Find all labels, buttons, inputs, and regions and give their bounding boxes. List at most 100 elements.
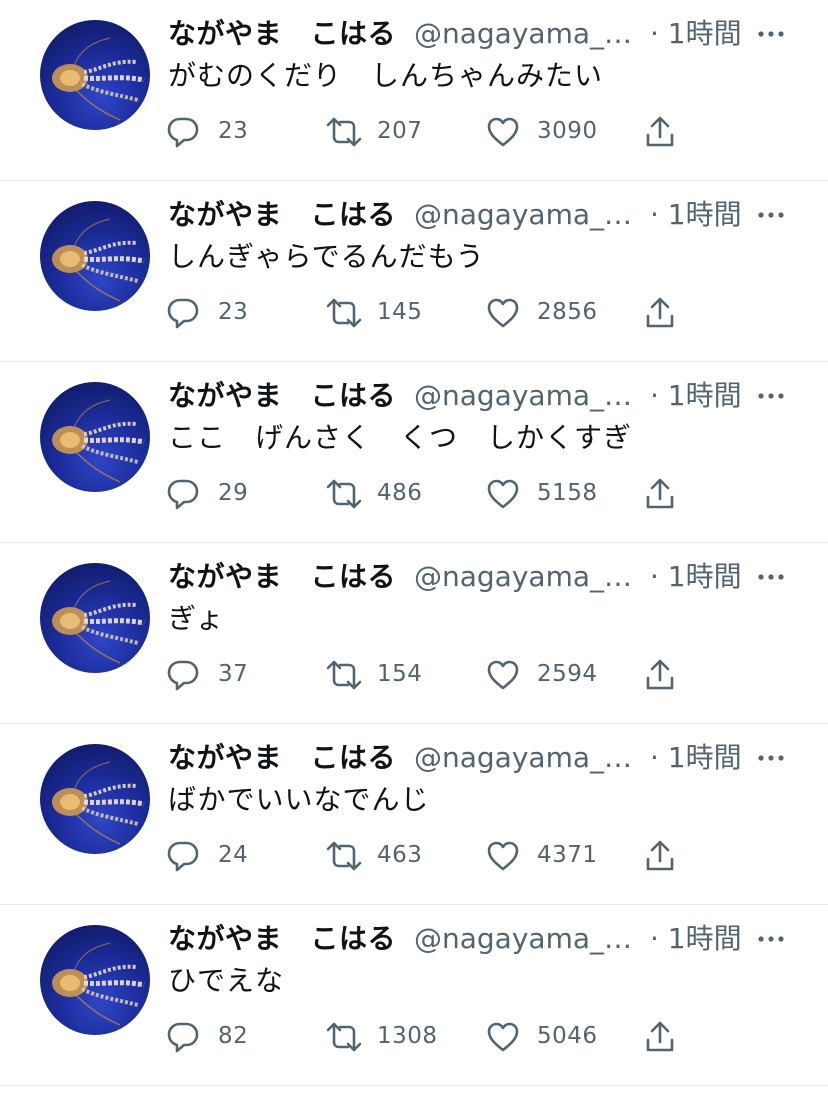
speech-bubble-icon <box>167 117 199 148</box>
tweet[interactable]: ながやま こはる @nagayama_… · 1時間 ばかでいいなでんじ 24 … <box>0 724 828 905</box>
tweet[interactable]: ながやま こはる @nagayama_… · 1時間 がむのくだり しんちゃんみ… <box>0 0 828 181</box>
timestamp[interactable]: · 1時間 <box>650 14 742 54</box>
share-button[interactable] <box>644 291 684 333</box>
retweet-arrows-icon <box>326 660 362 690</box>
speech-bubble-icon <box>167 298 199 329</box>
reply-button[interactable]: 23 <box>166 110 276 152</box>
timestamp[interactable]: · 1時間 <box>650 557 742 597</box>
reply-button[interactable]: 24 <box>166 834 276 876</box>
share-button[interactable] <box>644 653 684 695</box>
retweet-button[interactable]: 1308 <box>326 1015 466 1057</box>
like-button[interactable]: 3090 <box>486 110 636 152</box>
display-name[interactable]: ながやま こはる <box>168 195 396 235</box>
user-handle[interactable]: @nagayama_… <box>414 14 632 54</box>
speech-bubble-icon <box>167 660 199 691</box>
reply-count: 23 <box>218 118 249 144</box>
jellyfish-image <box>52 942 145 1026</box>
tweet-actions: 82 1308 5046 <box>166 1015 686 1057</box>
three-dots-icon[interactable] <box>756 563 786 591</box>
avatar[interactable] <box>40 20 150 130</box>
avatar[interactable] <box>40 925 150 1035</box>
tweet-header: ながやま こはる @nagayama_… · 1時間 <box>168 557 788 597</box>
like-count: 3090 <box>537 118 598 144</box>
like-button[interactable]: 2856 <box>486 291 636 333</box>
three-dots-icon[interactable] <box>756 20 786 48</box>
reply-count: 23 <box>218 299 249 325</box>
tweet[interactable]: ながやま こはる @nagayama_… · 1時間 ここ げんさく くつ しか… <box>0 362 828 543</box>
tweet-text: ばかでいいなでんじ <box>168 783 430 816</box>
display-name[interactable]: ながやま こはる <box>168 738 396 778</box>
reply-button[interactable]: 23 <box>166 291 276 333</box>
timestamp[interactable]: · 1時間 <box>650 195 742 235</box>
user-handle[interactable]: @nagayama_… <box>414 376 632 416</box>
heart-outline-icon <box>487 660 519 690</box>
jellyfish-image <box>52 218 145 302</box>
avatar[interactable] <box>40 744 150 854</box>
tweet-header: ながやま こはる @nagayama_… · 1時間 <box>168 195 788 235</box>
tweet-text: がむのくだり しんちゃんみたい <box>168 59 604 92</box>
heart-outline-icon <box>487 117 519 147</box>
like-button[interactable]: 4371 <box>486 834 636 876</box>
display-name[interactable]: ながやま こはる <box>168 919 396 959</box>
tweet-text: ひでえな <box>168 964 285 997</box>
tweet-header: ながやま こはる @nagayama_… · 1時間 <box>168 738 788 778</box>
timestamp[interactable]: · 1時間 <box>650 376 742 416</box>
like-button[interactable]: 2594 <box>486 653 636 695</box>
tweet[interactable]: ながやま こはる @nagayama_… · 1時間 しんぎゃらでるんだもう 2… <box>0 181 828 362</box>
share-upload-icon <box>646 1021 674 1052</box>
retweet-count: 145 <box>377 299 423 325</box>
user-handle[interactable]: @nagayama_… <box>414 557 632 597</box>
share-button[interactable] <box>644 1015 684 1057</box>
avatar[interactable] <box>40 382 150 492</box>
retweet-count: 1308 <box>377 1023 438 1049</box>
heart-outline-icon <box>487 841 519 871</box>
retweet-button[interactable]: 207 <box>326 110 466 152</box>
avatar[interactable] <box>40 201 150 311</box>
retweet-count: 154 <box>377 661 423 687</box>
timestamp[interactable]: · 1時間 <box>650 919 742 959</box>
retweet-button[interactable]: 486 <box>326 472 466 514</box>
timestamp[interactable]: · 1時間 <box>650 738 742 778</box>
reply-button[interactable]: 37 <box>166 653 276 695</box>
display-name[interactable]: ながやま こはる <box>168 557 396 597</box>
share-upload-icon <box>646 297 674 328</box>
display-name[interactable]: ながやま こはる <box>168 14 396 54</box>
user-handle[interactable]: @nagayama_… <box>414 738 632 778</box>
tweet[interactable]: ながやま こはる @nagayama_… · 1時間 ひでえな 82 1308 … <box>0 905 828 1086</box>
tweet-actions: 29 486 5158 <box>166 472 686 514</box>
share-upload-icon <box>646 840 674 871</box>
speech-bubble-icon <box>167 1022 199 1053</box>
retweet-button[interactable]: 154 <box>326 653 466 695</box>
speech-bubble-icon <box>167 479 199 510</box>
heart-outline-icon <box>487 479 519 509</box>
reply-count: 82 <box>218 1023 249 1049</box>
tweet-text: ぎょ <box>168 602 225 635</box>
reply-button[interactable]: 82 <box>166 1015 276 1057</box>
retweet-count: 207 <box>377 118 423 144</box>
heart-outline-icon <box>487 1022 519 1052</box>
retweet-button[interactable]: 463 <box>326 834 466 876</box>
like-count: 5046 <box>537 1023 598 1049</box>
three-dots-icon[interactable] <box>756 925 786 953</box>
tweet-actions: 23 145 2856 <box>166 291 686 333</box>
like-count: 5158 <box>537 480 598 506</box>
like-button[interactable]: 5046 <box>486 1015 636 1057</box>
share-button[interactable] <box>644 472 684 514</box>
reply-button[interactable]: 29 <box>166 472 276 514</box>
display-name[interactable]: ながやま こはる <box>168 376 396 416</box>
user-handle[interactable]: @nagayama_… <box>414 195 632 235</box>
retweet-count: 486 <box>377 480 423 506</box>
tweet[interactable]: ながやま こはる @nagayama_… · 1時間 ぎょ 37 154 259… <box>0 543 828 724</box>
share-upload-icon <box>646 116 674 147</box>
three-dots-icon[interactable] <box>756 744 786 772</box>
reply-count: 29 <box>218 480 249 506</box>
retweet-button[interactable]: 145 <box>326 291 466 333</box>
like-count: 2594 <box>537 661 598 687</box>
user-handle[interactable]: @nagayama_… <box>414 919 632 959</box>
avatar[interactable] <box>40 563 150 673</box>
share-button[interactable] <box>644 834 684 876</box>
three-dots-icon[interactable] <box>756 201 786 229</box>
like-button[interactable]: 5158 <box>486 472 636 514</box>
three-dots-icon[interactable] <box>756 382 786 410</box>
share-button[interactable] <box>644 110 684 152</box>
